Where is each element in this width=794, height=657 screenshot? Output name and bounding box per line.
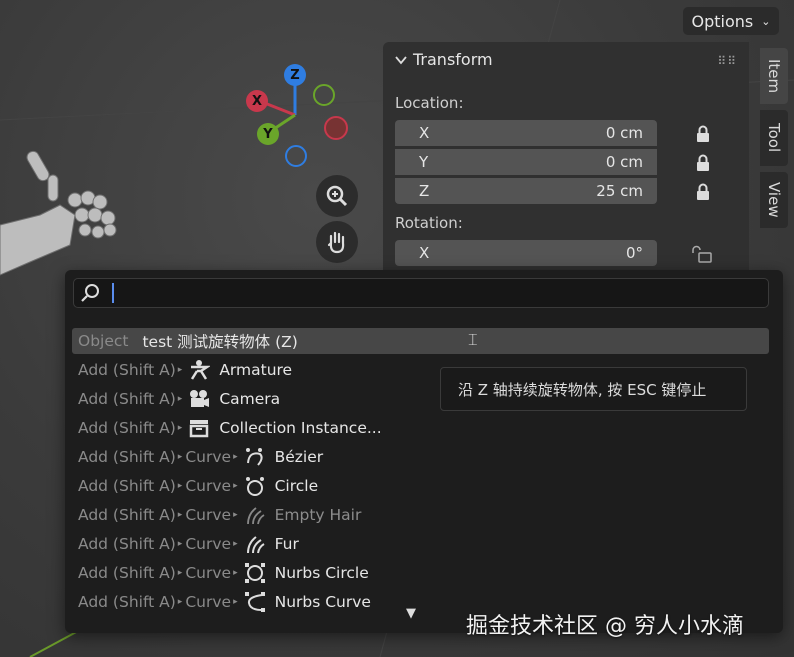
hand-model [0, 150, 117, 276]
pan-button[interactable] [316, 221, 358, 263]
lock-icon[interactable] [695, 183, 711, 201]
nurbs-curve-icon [244, 591, 266, 613]
search-result-empty-hair[interactable]: Add (Shift A) ▸ Curve ▸ Empty Hair [78, 502, 361, 528]
scroll-down-arrow-icon[interactable]: ▼ [406, 606, 416, 621]
search-result-bezier[interactable]: Add (Shift A) ▸ Curve ▸ Bézier [78, 444, 323, 470]
circle-curve-icon [244, 475, 266, 497]
search-result-circle[interactable]: Add (Shift A) ▸ Curve ▸ Circle [78, 473, 318, 499]
submenu-arrow-icon: ▸ [177, 539, 183, 549]
text-caret [112, 283, 114, 303]
submenu-arrow-icon: ▸ [177, 568, 183, 578]
fur-icon [244, 533, 266, 555]
submenu-arrow-icon: ▸ [233, 510, 238, 520]
location-x-field[interactable]: X0 cm [395, 120, 657, 146]
search-result-fur[interactable]: Add (Shift A) ▸ Curve ▸ Fur [78, 531, 299, 557]
lock-icon[interactable] [695, 154, 711, 172]
search-result-collection-instance[interactable]: Add (Shift A) ▸ Collection Instance... [78, 415, 382, 441]
submenu-arrow-icon: ▸ [177, 394, 183, 404]
zoom-button[interactable] [316, 175, 358, 217]
drag-handle-icon[interactable]: ⠿⠿ [717, 54, 737, 68]
location-label: Location: [395, 94, 464, 112]
tab-item[interactable]: Item [760, 48, 788, 104]
submenu-arrow-icon: ▸ [233, 539, 238, 549]
submenu-arrow-icon: ▸ [177, 365, 183, 375]
submenu-arrow-icon: ▸ [177, 452, 183, 462]
rotation-x-field[interactable]: X 0° [395, 240, 657, 266]
transform-panel-header[interactable]: Transform [395, 50, 493, 69]
submenu-arrow-icon: ▸ [233, 452, 238, 462]
location-z-field[interactable]: Z 25 cm [395, 178, 657, 204]
search-input[interactable] [73, 278, 769, 308]
gizmo-x-axis[interactable]: X [246, 90, 268, 112]
unlock-icon[interactable] [691, 245, 715, 263]
submenu-arrow-icon: ▸ [177, 510, 183, 520]
search-result-camera[interactable]: Add (Shift A) ▸ Camera [78, 386, 280, 412]
submenu-arrow-icon: ▸ [233, 568, 238, 578]
nurbs-circle-icon [244, 562, 266, 584]
empty-hair-icon [244, 504, 266, 526]
camera-icon [188, 388, 210, 410]
gizmo-z-axis[interactable]: Z [284, 64, 306, 86]
armature-icon [188, 359, 211, 381]
tab-view[interactable]: View [760, 172, 788, 228]
tab-tool[interactable]: Tool [760, 110, 788, 166]
collection-icon [188, 417, 210, 439]
zoom-icon [326, 185, 348, 207]
rotation-label: Rotation: [395, 214, 463, 232]
search-icon [81, 284, 99, 302]
sidebar-panel: Transform ⠿⠿ Location: X0 cm Y0 cm Z 25 c… [383, 42, 749, 270]
submenu-arrow-icon: ▸ [177, 423, 183, 433]
submenu-arrow-icon: ▸ [177, 597, 183, 607]
lock-icon[interactable] [695, 125, 711, 143]
submenu-arrow-icon: ▸ [233, 597, 238, 607]
search-result-armature[interactable]: Add (Shift A) ▸ Armature [78, 357, 292, 383]
location-y-field[interactable]: Y0 cm [395, 149, 657, 175]
gizmo-y-axis[interactable]: Y [257, 123, 279, 145]
sidebar-tabs: Item Tool View [760, 48, 788, 234]
tooltip: 沿 Z 轴持续旋转物体, 按 ESC 键停止 [440, 367, 747, 411]
chevron-down-icon: ⌄ [761, 14, 771, 28]
chevron-down-icon [395, 55, 407, 64]
transform-title: Transform [413, 50, 493, 69]
options-label: Options [691, 11, 754, 31]
watermark: 掘金技术社区 @ 穷人小水滴 [466, 614, 744, 639]
submenu-arrow-icon: ▸ [233, 481, 238, 491]
submenu-arrow-icon: ▸ [177, 481, 183, 491]
search-result-nurbs-curve[interactable]: Add (Shift A) ▸ Curve ▸ Nurbs Curve [78, 589, 371, 615]
options-button[interactable]: Options ⌄ [683, 7, 779, 35]
search-result-nurbs-circle[interactable]: Add (Shift A) ▸ Curve ▸ Nurbs Circle [78, 560, 369, 586]
text-cursor-icon: ⌶ [468, 330, 478, 349]
operator-search-menu: Object test 测试旋转物体 (Z) Add (Shift A) ▸ Ar… [65, 270, 783, 633]
search-result-object[interactable]: Object test 测试旋转物体 (Z) [78, 328, 298, 354]
bezier-icon [244, 446, 266, 468]
hand-icon [327, 231, 345, 254]
